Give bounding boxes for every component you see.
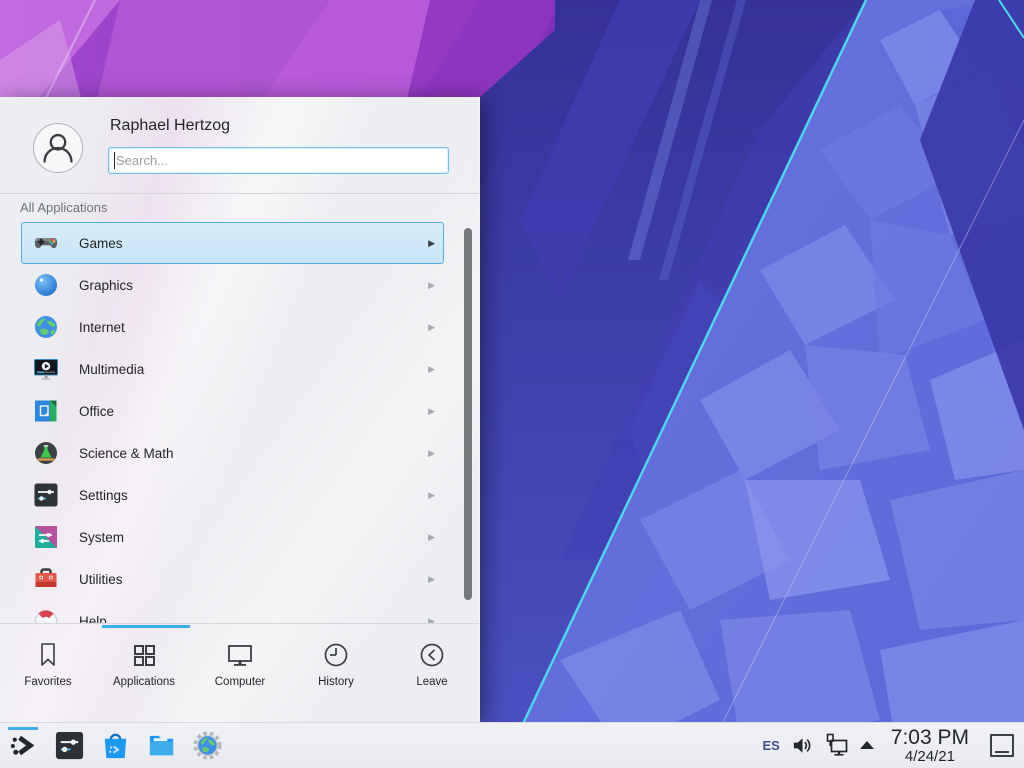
category-label: Settings: [79, 488, 428, 503]
submenu-arrow-icon: ▶: [428, 322, 435, 333]
header-separator: [0, 193, 479, 194]
category-office[interactable]: Office ▶: [21, 390, 444, 432]
tab-computer[interactable]: Computer: [192, 635, 288, 705]
category-label: Graphics: [79, 278, 428, 293]
active-task-indicator: [8, 727, 38, 730]
search-field-wrap: [108, 147, 449, 174]
app-launcher-icon: [8, 730, 39, 761]
monitor-icon: [225, 640, 255, 670]
category-help[interactable]: Help ▶: [21, 600, 444, 623]
tab-leave[interactable]: Leave: [384, 635, 480, 705]
clock-icon: [321, 640, 351, 670]
category-system[interactable]: System ▶: [21, 516, 444, 558]
section-label: All Applications: [20, 200, 107, 215]
submenu-arrow-icon: ▶: [428, 280, 435, 291]
keyboard-layout-indicator[interactable]: ES: [762, 738, 779, 753]
tab-label: Leave: [416, 676, 447, 688]
submenu-arrow-icon: ▶: [428, 616, 435, 624]
category-label: System: [79, 530, 428, 545]
lifebuoy-icon: [33, 608, 59, 623]
show-desktop-button[interactable]: [990, 734, 1014, 757]
discover-button[interactable]: [98, 726, 132, 766]
flask-icon: [33, 440, 59, 466]
category-games[interactable]: Games ▶: [21, 222, 444, 264]
submenu-arrow-icon: ▶: [428, 238, 435, 249]
submenu-arrow-icon: ▶: [428, 532, 435, 543]
category-label: Multimedia: [79, 362, 428, 377]
active-tab-indicator: [102, 625, 190, 628]
volume-icon[interactable]: [791, 734, 814, 757]
category-label: Help: [79, 614, 428, 624]
category-graphics[interactable]: Graphics ▶: [21, 264, 444, 306]
user-name: Raphael Hertzog: [110, 117, 230, 135]
bookmark-icon: [33, 640, 63, 670]
submenu-arrow-icon: ▶: [428, 448, 435, 459]
web-browser-button[interactable]: [190, 726, 224, 766]
category-label: Office: [79, 404, 428, 419]
gamepad-icon: [33, 230, 59, 256]
web-browser-icon: [192, 730, 223, 761]
app-launcher-button[interactable]: [6, 726, 40, 766]
globe-icon: [33, 314, 59, 340]
taskbar: ES 7:03 PM 4/24/21: [0, 722, 1024, 768]
tab-favorites[interactable]: Favorites: [0, 635, 96, 705]
tab-label: Computer: [215, 676, 266, 688]
document-icon: [33, 398, 59, 424]
file-manager-button[interactable]: [144, 726, 178, 766]
submenu-arrow-icon: ▶: [428, 490, 435, 501]
submenu-arrow-icon: ▶: [428, 574, 435, 585]
category-multimedia[interactable]: Multimedia ▶: [21, 348, 444, 390]
category-settings[interactable]: Settings ▶: [21, 474, 444, 516]
category-label: Internet: [79, 320, 428, 335]
category-internet[interactable]: Internet ▶: [21, 306, 444, 348]
category-utilities[interactable]: Utilities ▶: [21, 558, 444, 600]
launcher-tab-bar: Favorites Applications Computer: [0, 635, 480, 705]
expand-tray-icon[interactable]: [860, 741, 874, 749]
list-scrollbar[interactable]: [464, 228, 472, 600]
submenu-arrow-icon: ▶: [428, 364, 435, 375]
system-sliders-icon: [33, 524, 59, 550]
tab-history[interactable]: History: [288, 635, 384, 705]
network-wired-icon[interactable]: [825, 733, 849, 757]
user-avatar[interactable]: [33, 123, 83, 173]
tab-label: Applications: [113, 676, 175, 688]
category-label: Games: [79, 236, 428, 251]
sphere-icon: [33, 272, 59, 298]
category-label: Science & Math: [79, 446, 428, 461]
user-icon: [34, 124, 82, 172]
toolbox-icon: [33, 566, 59, 592]
sliders-icon: [33, 482, 59, 508]
tab-applications[interactable]: Applications: [96, 635, 192, 705]
system-tray: ES 7:03 PM 4/24/21: [762, 727, 1014, 764]
discover-icon: [100, 730, 131, 761]
tab-label: History: [318, 676, 354, 688]
category-science-math[interactable]: Science & Math ▶: [21, 432, 444, 474]
application-launcher-menu: Raphael Hertzog All Applications: [0, 97, 480, 723]
category-list: Games ▶ Graphics ▶: [0, 222, 480, 623]
submenu-arrow-icon: ▶: [428, 406, 435, 417]
media-monitor-icon: [33, 356, 59, 382]
tab-label: Favorites: [24, 676, 71, 688]
leave-icon: [417, 640, 447, 670]
search-input[interactable]: [108, 147, 449, 174]
launcher-header: Raphael Hertzog: [0, 97, 479, 193]
digital-clock[interactable]: 7:03 PM 4/24/21: [891, 727, 969, 764]
file-manager-icon: [146, 730, 177, 761]
grid-icon: [129, 640, 159, 670]
clock-date: 4/24/21: [891, 749, 969, 764]
footer-separator: [0, 623, 479, 624]
text-caret: [114, 152, 115, 169]
desktop: Raphael Hertzog All Applications: [0, 0, 1024, 768]
system-settings-button[interactable]: [52, 726, 86, 766]
system-settings-icon: [54, 730, 85, 761]
category-label: Utilities: [79, 572, 428, 587]
clock-time: 7:03 PM: [891, 727, 969, 748]
